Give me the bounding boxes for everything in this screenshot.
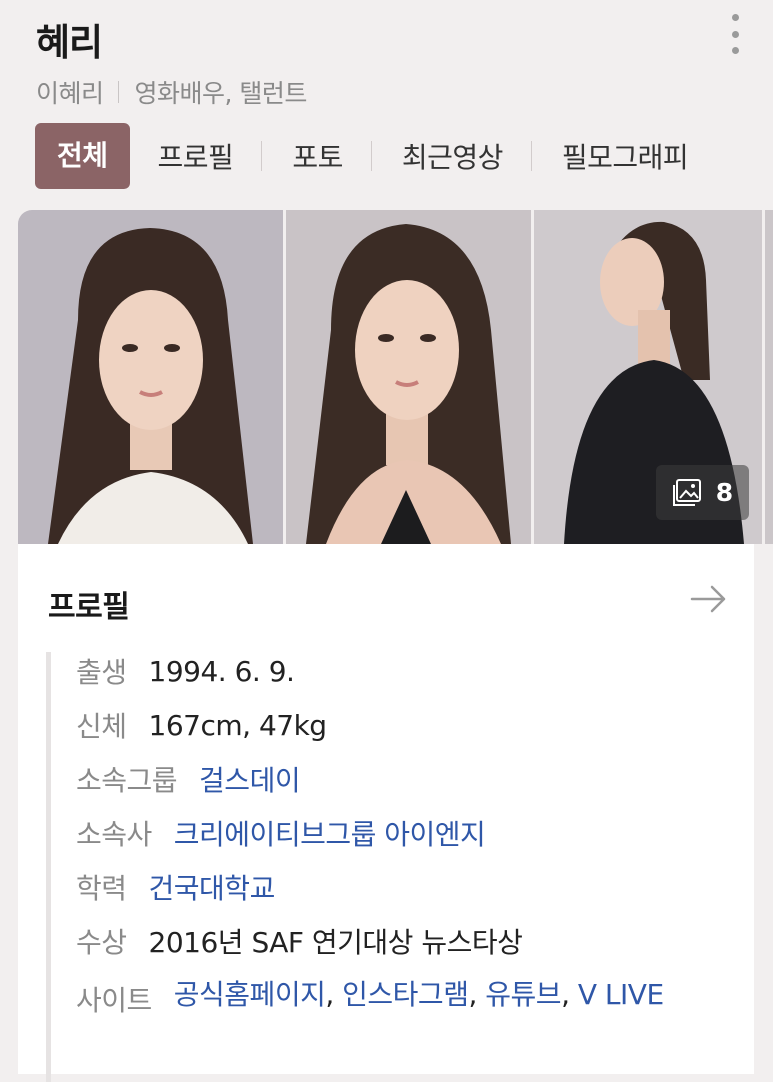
row-label: 출생 (76, 656, 127, 689)
row-label: 소속그룹 (76, 764, 178, 797)
more-options-icon[interactable] (724, 14, 746, 54)
profile-photo[interactable] (18, 210, 283, 544)
profile-row-agency: 소속사 크리에이티브그룹 아이엔지 (76, 806, 714, 860)
separator: , (468, 978, 486, 1011)
separator: , (561, 978, 578, 1011)
divider (117, 81, 119, 103)
tab-recent-video[interactable]: 최근영상 (402, 136, 504, 176)
tab-photo[interactable]: 포토 (292, 136, 343, 176)
tab-divider (370, 141, 372, 171)
site-link-official[interactable]: 공식홈페이지 (174, 978, 326, 1011)
arrow-right-icon[interactable] (690, 584, 728, 614)
profile-row-sites: 사이트 공식홈페이지, 인스타그램, 유튜브, V LIVE (76, 968, 714, 1022)
site-link-youtube[interactable]: 유튜브 (485, 978, 561, 1011)
tab-all[interactable]: 전체 (35, 123, 130, 189)
tab-divider (261, 141, 263, 171)
separator: , (325, 978, 343, 1011)
row-label: 학력 (76, 872, 127, 905)
profile-row-education: 학력 건국대학교 (76, 860, 714, 914)
photo-count: 8 (715, 478, 734, 507)
row-value: 2016년 SAF 연기대상 뉴스타상 (148, 926, 523, 959)
section-bar (46, 652, 51, 1082)
row-value: 167cm, 47kg (148, 708, 328, 742)
occupation: 영화배우, 탤런트 (134, 79, 308, 108)
image-gallery-icon (672, 478, 701, 506)
row-label: 신체 (76, 710, 127, 743)
subtitle: 이혜리 영화배우, 탤런트 (36, 74, 307, 110)
education-link[interactable]: 건국대학교 (149, 867, 276, 907)
tab-bar: 전체 프로필 포토 최근영상 필모그래피 (35, 123, 689, 189)
profile-row-group: 소속그룹 걸스데이 (76, 752, 714, 806)
row-label: 사이트 (76, 984, 152, 1017)
profile-row-birth: 출생 1994. 6. 9. (76, 644, 714, 698)
profile-row-award: 수상 2016년 SAF 연기대상 뉴스타상 (76, 914, 714, 968)
row-label: 소속사 (76, 818, 152, 851)
profile-photo[interactable] (286, 210, 531, 544)
tab-profile[interactable]: 프로필 (158, 136, 234, 176)
profile-photo[interactable] (765, 210, 773, 544)
profile-row-body: 신체 167cm, 47kg (76, 698, 714, 752)
profile-section-title: 프로필 (48, 590, 130, 625)
site-link-instagram[interactable]: 인스타그램 (342, 978, 469, 1011)
photo-count-badge[interactable]: 8 (656, 465, 749, 520)
site-links: 공식홈페이지, 인스타그램, 유튜브, V LIVE (174, 968, 714, 1022)
row-label: 수상 (76, 926, 127, 959)
site-link-vlive[interactable]: V LIVE (578, 978, 664, 1011)
group-link[interactable]: 걸스데이 (199, 759, 301, 799)
profile-info-list: 출생 1994. 6. 9. 신체 167cm, 47kg 소속그룹 걸스데이 … (76, 644, 714, 1022)
tab-filmography[interactable]: 필모그래피 (562, 136, 689, 176)
row-value: 1994. 6. 9. (148, 654, 295, 688)
real-name: 이혜리 (36, 79, 104, 108)
profile-card: 프로필 출생 1994. 6. 9. 신체 167cm, 47kg 소속그룹 걸… (18, 544, 754, 1082)
page-title: 혜리 (36, 21, 103, 64)
agency-link[interactable]: 크리에이티브그룹 아이엔지 (174, 813, 486, 853)
tab-divider (530, 141, 532, 171)
